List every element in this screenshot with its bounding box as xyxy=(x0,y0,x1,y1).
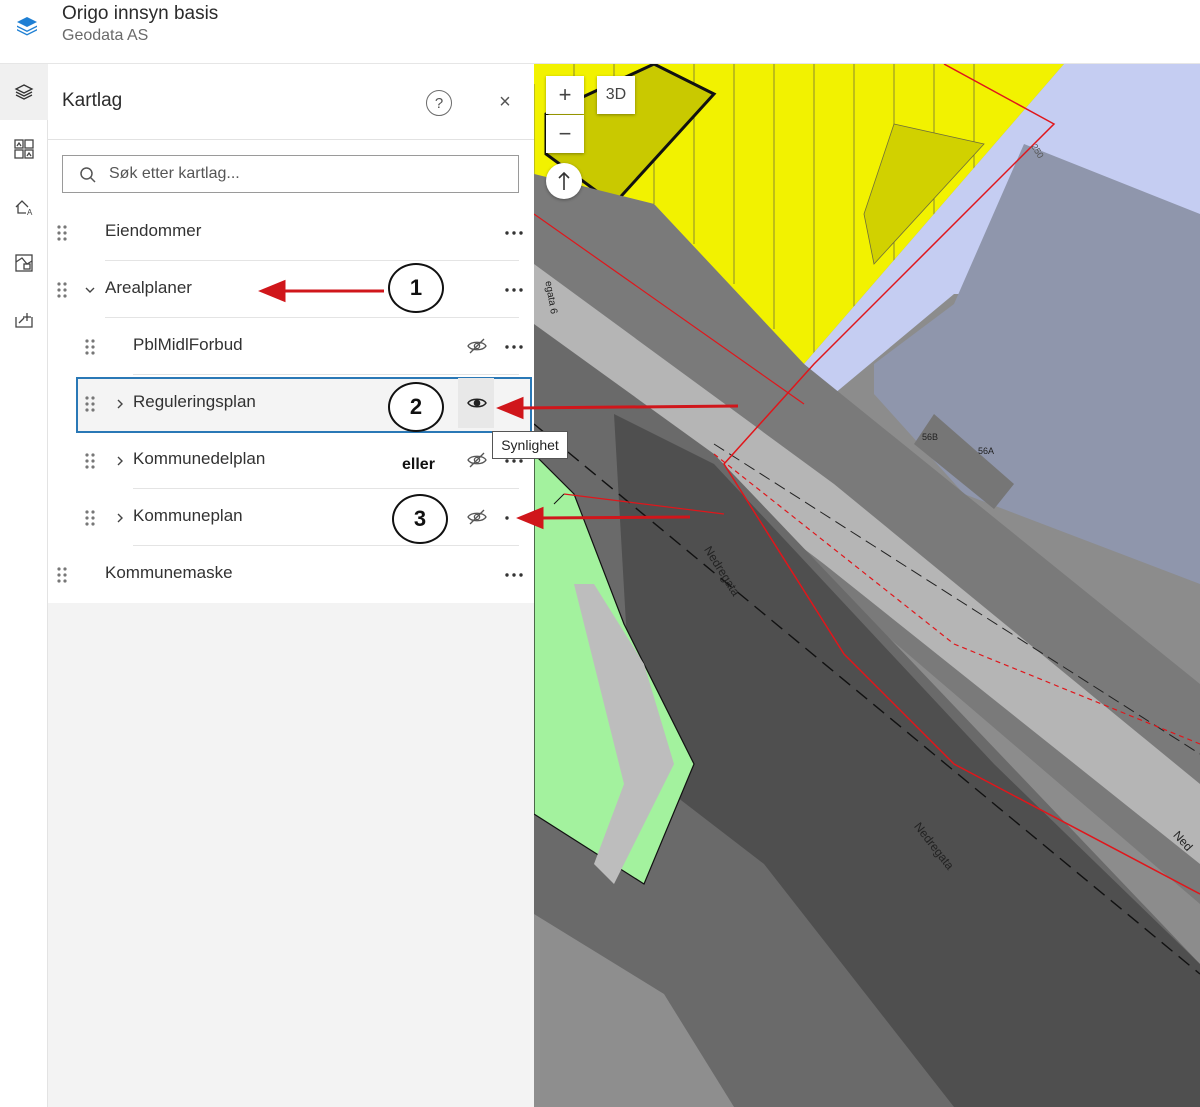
eye-hidden-icon[interactable] xyxy=(466,506,488,528)
more-options-icon[interactable] xyxy=(503,567,525,583)
map-layers-icon xyxy=(15,254,33,272)
drag-handle-icon[interactable] xyxy=(84,452,96,470)
layer-label: Reguleringsplan xyxy=(133,392,256,411)
annotation-step-3: 3 xyxy=(392,494,448,544)
map-view[interactable]: + − 3D Nedregata Nedregata Ned egata 6 2… xyxy=(534,64,1200,1107)
search-icon xyxy=(80,167,96,183)
layer-label: Eiendommer xyxy=(105,221,202,240)
layer-search xyxy=(62,155,519,193)
annotation-or-text: eller xyxy=(402,456,435,473)
basemap-icon xyxy=(14,139,34,159)
add-data-icon xyxy=(15,313,33,328)
layers-panel-content: Kartlag ? × Eiendommer Arealplaner xyxy=(48,64,534,603)
layer-row-kommuneplan[interactable]: Kommuneplan xyxy=(48,490,534,546)
row-divider xyxy=(105,260,519,261)
panel-title: Kartlag xyxy=(62,90,123,111)
more-options-icon[interactable] xyxy=(503,339,525,355)
rail-map-layers-button[interactable] xyxy=(0,235,48,291)
panel-header: Kartlag ? × xyxy=(48,64,534,140)
layer-row-kommunedelplan[interactable]: Kommunedelplan xyxy=(48,433,534,489)
app-header: Origo innsyn basis Geodata AS xyxy=(0,0,1200,64)
app-subtitle: Geodata AS xyxy=(62,27,149,44)
row-divider xyxy=(133,488,519,489)
rail-basemap-button[interactable] xyxy=(0,121,48,177)
help-button[interactable]: ? xyxy=(426,90,452,116)
layer-row-kommunemaske[interactable]: Kommunemaske xyxy=(48,547,534,603)
layer-row-eiendommer[interactable]: Eiendommer xyxy=(48,205,534,261)
compass-arrow-icon xyxy=(558,171,570,190)
chevron-down-icon[interactable] xyxy=(84,282,96,298)
tool-rail: A xyxy=(0,64,48,1107)
drag-handle-icon[interactable] xyxy=(56,281,68,299)
row-divider xyxy=(133,545,519,546)
drag-handle-icon[interactable] xyxy=(56,224,68,242)
annotation-step-2: 2 xyxy=(388,382,444,432)
drag-handle-icon[interactable] xyxy=(56,566,68,584)
eye-hidden-icon[interactable] xyxy=(466,335,488,357)
layer-label: Kommunemaske xyxy=(105,563,233,582)
drag-handle-icon[interactable] xyxy=(84,395,96,413)
layers-icon xyxy=(14,84,34,100)
rail-legend-button[interactable]: A xyxy=(0,178,48,234)
eye-icon[interactable] xyxy=(466,392,488,414)
svg-text:A: A xyxy=(27,208,33,217)
chevron-right-icon[interactable] xyxy=(114,510,126,526)
rail-add-data-button[interactable] xyxy=(0,292,48,348)
close-button[interactable]: × xyxy=(494,90,516,114)
legend-icon: A xyxy=(15,200,33,217)
layers-panel: Kartlag ? × Eiendommer Arealplaner xyxy=(48,64,534,1107)
row-divider xyxy=(133,374,519,375)
layer-label: Kommuneplan xyxy=(133,506,243,525)
layer-row-reguleringsplan[interactable]: Reguleringsplan xyxy=(48,376,534,432)
layer-label: Arealplaner xyxy=(105,278,192,297)
compass-button[interactable] xyxy=(546,163,582,199)
more-options-icon[interactable] xyxy=(503,282,525,298)
search-input[interactable] xyxy=(109,156,509,192)
layer-label: Kommunedelplan xyxy=(133,449,266,468)
rail-layers-button[interactable] xyxy=(0,64,48,120)
layer-row-arealplaner[interactable]: Arealplaner xyxy=(48,262,534,318)
zoom-out-button[interactable]: − xyxy=(546,115,584,153)
layer-label: PblMidlForbud xyxy=(133,335,243,354)
building-label: 56B xyxy=(922,432,939,442)
chevron-right-icon[interactable] xyxy=(114,453,126,469)
eye-hidden-icon[interactable] xyxy=(466,449,488,471)
annotation-step-1: 1 xyxy=(388,263,444,313)
layer-row-pblmidlforbud[interactable]: PblMidlForbud xyxy=(48,319,534,375)
chevron-right-icon[interactable] xyxy=(114,396,126,412)
app-title: Origo innsyn basis xyxy=(62,3,219,24)
row-divider xyxy=(105,317,519,318)
drag-handle-icon[interactable] xyxy=(84,509,96,527)
building-label: 56A xyxy=(978,446,995,456)
visibility-tooltip: Synlighet xyxy=(492,431,568,459)
map-canvas[interactable] xyxy=(534,64,1200,1107)
more-options-icon[interactable] xyxy=(503,510,525,526)
view-3d-button[interactable]: 3D xyxy=(597,76,635,114)
app-logo-icon xyxy=(14,12,40,38)
drag-handle-icon[interactable] xyxy=(84,338,96,356)
more-options-icon[interactable] xyxy=(503,225,525,241)
zoom-in-button[interactable]: + xyxy=(546,76,584,114)
